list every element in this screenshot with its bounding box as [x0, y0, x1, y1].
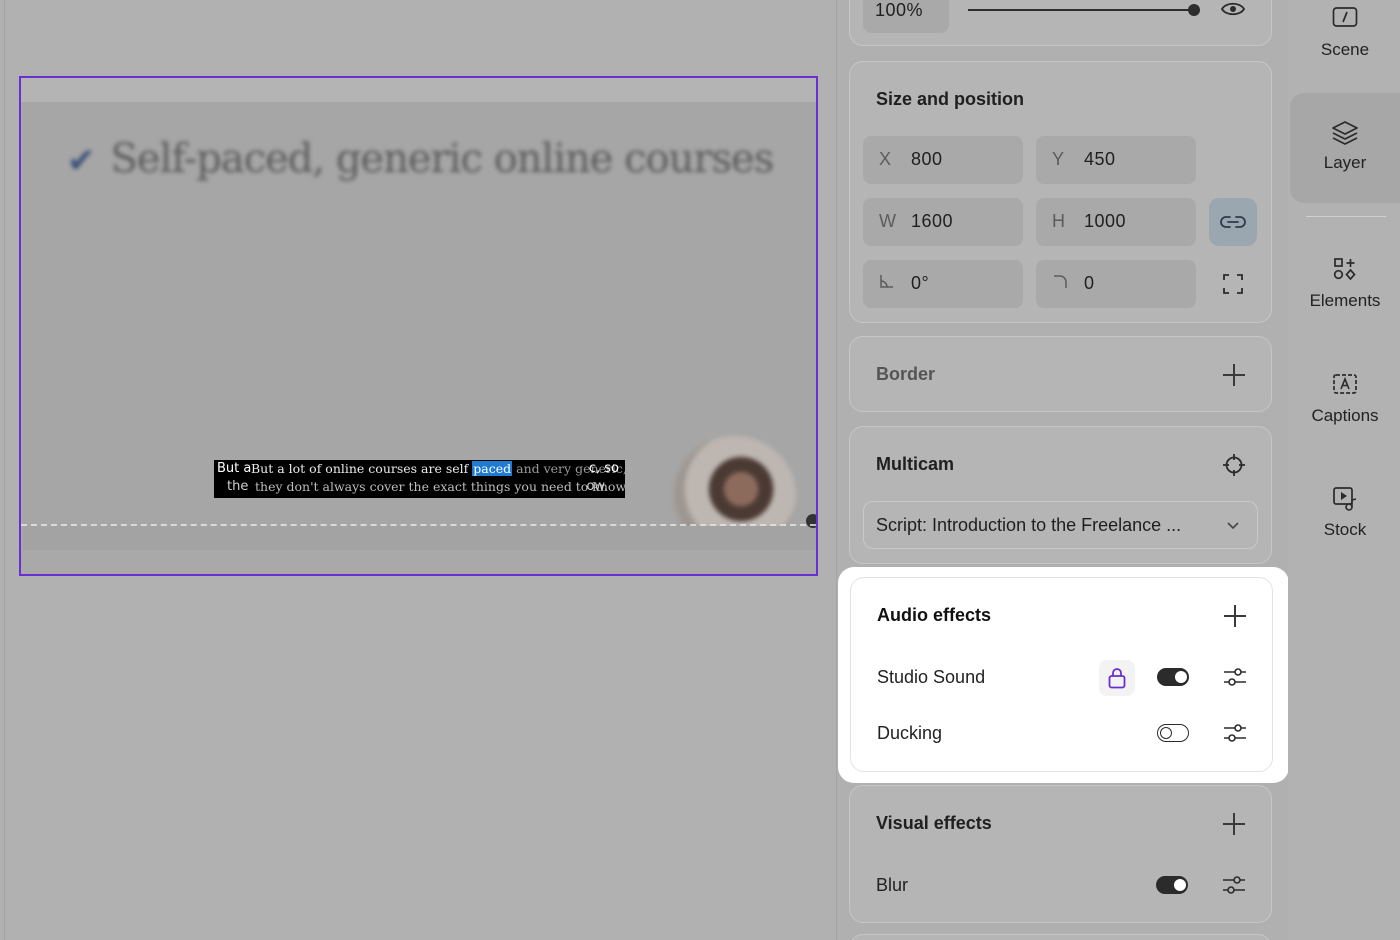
multicam-selected-script: Script: Introduction to the Freelance ..…	[876, 515, 1182, 535]
plus-icon	[1224, 605, 1246, 627]
audio-effects-highlight: Audio effects Studio Sound Ducking	[838, 567, 1289, 783]
width-field[interactable]: W 1600	[863, 198, 1023, 246]
nav-item-elements[interactable]: Elements	[1290, 257, 1400, 327]
y-position-field[interactable]: Y 450	[1036, 136, 1196, 184]
fit-to-frame-button[interactable]	[1209, 260, 1257, 308]
opacity-slider[interactable]	[968, 4, 1200, 16]
scene-icon	[1290, 6, 1400, 34]
canvas-area[interactable]: ✔ Self-paced, generic online courses But …	[0, 0, 836, 940]
blur-settings-button[interactable]	[1210, 861, 1258, 909]
inspector-panel: 100% Size and position X 800 Y 450 W 160…	[836, 0, 1288, 940]
layers-icon	[1290, 119, 1400, 147]
studio-sound-toggle[interactable]	[1157, 668, 1189, 686]
stock-icon	[1290, 486, 1400, 514]
frame-top-band	[21, 78, 816, 102]
caption-ghost-line2: the	[227, 479, 249, 494]
caption-overlay[interactable]: But a But a lot of online courses are se…	[214, 460, 625, 498]
nav-item-layer[interactable]: Layer	[1290, 93, 1400, 203]
sliders-icon	[1224, 724, 1246, 742]
slide-headline: ✔ Self-paced, generic online courses	[67, 136, 774, 182]
audio-effects-card: Audio effects Studio Sound Ducking	[850, 577, 1273, 772]
crosshair-icon	[1223, 454, 1245, 476]
caption-ghost-tail2: ow.	[586, 479, 608, 494]
border-title: Border	[876, 364, 936, 384]
caption-line1: But a lot of online courses are self pac…	[251, 461, 625, 476]
multicam-target-button[interactable]	[1210, 441, 1258, 489]
opacity-slider-thumb[interactable]	[1188, 4, 1200, 16]
opacity-card: 100%	[849, 0, 1272, 46]
canvas-left-edge	[4, 0, 5, 940]
ducking-settings-button[interactable]	[1211, 709, 1259, 757]
studio-sound-settings-button[interactable]	[1211, 653, 1259, 701]
checkmark-icon: ✔	[67, 141, 95, 181]
sliders-icon	[1223, 876, 1245, 894]
audio-effects-title: Audio effects	[877, 605, 992, 625]
chevron-down-icon	[1227, 522, 1239, 530]
studio-sound-lock-button[interactable]	[1099, 660, 1135, 696]
multicam-title: Multicam	[876, 454, 955, 474]
rotation-angle-icon	[879, 273, 899, 294]
blur-toggle[interactable]	[1156, 876, 1188, 894]
captions-icon	[1290, 372, 1400, 400]
visual-effects-card: Visual effects Blur	[849, 785, 1272, 923]
selected-layer-frame[interactable]: ✔ Self-paced, generic online courses But …	[19, 76, 818, 576]
video-bottom-band	[23, 526, 816, 550]
blur-effect-label: Blur	[876, 875, 909, 895]
corner-radius-field[interactable]: 0	[1036, 260, 1196, 308]
size-position-card: Size and position X 800 Y 450 W 1600 H 1…	[849, 61, 1272, 323]
corner-radius-icon	[1052, 273, 1072, 294]
opacity-input[interactable]: 100%	[863, 0, 949, 33]
studio-sound-label: Studio Sound	[877, 667, 986, 687]
sliders-icon	[1224, 668, 1246, 686]
video-preview[interactable]: ✔ Self-paced, generic online courses But …	[23, 102, 816, 550]
elements-icon	[1290, 257, 1400, 285]
link-icon	[1220, 216, 1246, 228]
nav-item-scene[interactable]: Scene	[1290, 6, 1400, 78]
nav-item-captions[interactable]: Captions	[1290, 372, 1400, 442]
add-audio-effect-button[interactable]	[1211, 592, 1259, 640]
caption-highlighted-word: paced	[472, 461, 513, 476]
height-field[interactable]: H 1000	[1036, 198, 1196, 246]
multicam-script-select[interactable]: Script: Introduction to the Freelance ..…	[863, 501, 1258, 549]
rotation-field[interactable]: 0°	[863, 260, 1023, 308]
visibility-eye-icon[interactable]	[1211, 0, 1255, 31]
safe-area-guide	[21, 524, 816, 526]
right-nav-rail: Scene Layer Elements Captions Stock	[1288, 0, 1400, 940]
x-position-field[interactable]: X 800	[863, 136, 1023, 184]
caption-ghost-line1: But a	[217, 461, 252, 476]
caption-ghost-tail1: c, so	[588, 461, 619, 476]
lock-icon	[1108, 668, 1126, 689]
border-card: Border	[849, 336, 1272, 412]
next-card-peek	[849, 934, 1272, 940]
nav-separator	[1306, 216, 1386, 217]
expand-icon	[1223, 274, 1243, 294]
ducking-label: Ducking	[877, 723, 943, 743]
ducking-toggle[interactable]	[1157, 724, 1189, 742]
caption-line2: they don't always cover the exact things…	[255, 479, 625, 494]
visual-effects-title: Visual effects	[876, 813, 992, 833]
add-border-button[interactable]	[1210, 351, 1258, 399]
plus-icon	[1223, 813, 1245, 835]
plus-icon	[1223, 364, 1245, 386]
size-position-title: Size and position	[876, 89, 1025, 109]
nav-item-stock[interactable]: Stock	[1290, 486, 1400, 556]
add-visual-effect-button[interactable]	[1210, 800, 1258, 848]
lock-aspect-link-button[interactable]	[1209, 198, 1257, 246]
multicam-card: Multicam Script: Introduction to the Fre…	[849, 426, 1272, 564]
